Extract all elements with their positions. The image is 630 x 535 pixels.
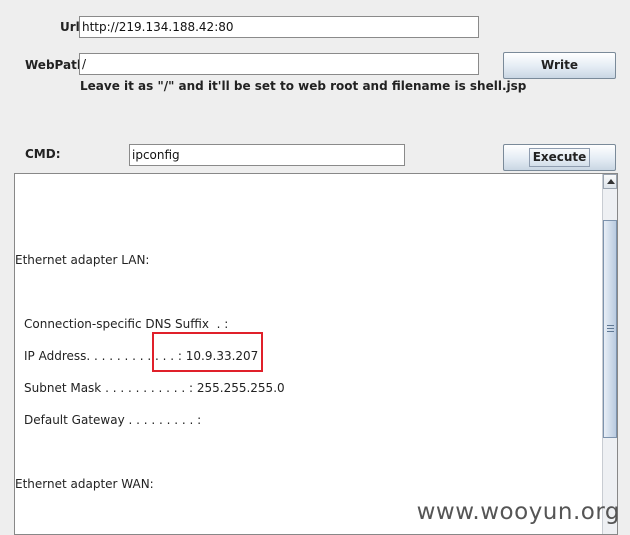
url-field[interactable]: http://219.134.188.42:80 xyxy=(79,16,479,38)
cmd-label: CMD: xyxy=(25,147,61,161)
webpath-hint: Leave it as "/" and it'll be set to web … xyxy=(80,79,527,93)
scroll-up-button[interactable] xyxy=(603,174,617,189)
cmd-field[interactable]: ipconfig xyxy=(129,144,405,166)
vertical-scrollbar[interactable] xyxy=(602,174,617,534)
output-line: Ethernet adapter LAN: xyxy=(15,253,150,267)
watermark: www.wooyun.org xyxy=(416,499,620,525)
write-button[interactable]: Write xyxy=(503,52,616,79)
output-line: Default Gateway . . . . . . . . . : xyxy=(24,413,202,427)
output-line: Ethernet adapter WAN: xyxy=(15,477,154,491)
execute-button-label: Execute xyxy=(528,148,591,167)
webpath-field[interactable]: / xyxy=(79,53,479,75)
grip-icon xyxy=(607,331,614,332)
output-line: Subnet Mask . . . . . . . . . . . : 255.… xyxy=(24,381,285,395)
write-button-label: Write xyxy=(541,58,578,72)
grip-icon xyxy=(607,328,614,329)
output-line: Connection-specific DNS Suffix . : xyxy=(24,317,229,331)
execute-button[interactable]: Execute xyxy=(503,144,616,171)
grip-icon xyxy=(607,325,614,326)
output-area[interactable]: Ethernet adapter LAN: Connection-specifi… xyxy=(14,173,618,535)
arrow-up-icon xyxy=(607,179,615,184)
scroll-thumb[interactable] xyxy=(603,220,617,438)
ip-highlight-box xyxy=(152,332,263,372)
